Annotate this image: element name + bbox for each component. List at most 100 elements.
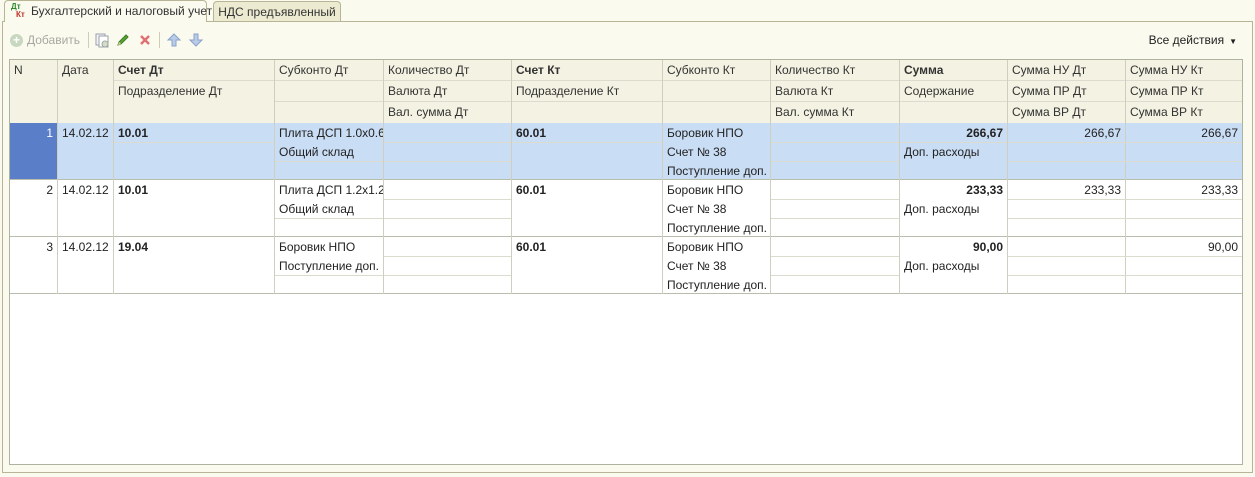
col-divider <box>511 60 512 294</box>
arrow-up-icon[interactable] <box>166 32 182 48</box>
dropdown-arrow-icon: ▼ <box>1229 37 1237 46</box>
cell-divider <box>512 142 662 143</box>
arrow-down-icon[interactable] <box>188 32 204 48</box>
row-subkonto-dt-1: Плита ДСП 1.2х1.2 <box>279 183 383 197</box>
col-subkonto-dt-header[interactable]: Субконто Дт <box>275 60 383 77</box>
row-nu-dt: 266,67 <box>1084 126 1121 140</box>
cell-divider <box>275 161 383 162</box>
cell-divider <box>384 275 511 276</box>
row-soderzhanie: Доп. расходы <box>904 202 980 216</box>
col-subkonto-kt-header[interactable]: Субконто Кт <box>663 60 770 77</box>
cell-divider <box>771 161 899 162</box>
row-date: 14.02.12 <box>62 183 109 197</box>
cell-divider <box>1008 256 1242 257</box>
tab-label: Бухгалтерский и налоговый учет <box>31 4 213 18</box>
cell-divider <box>384 256 511 257</box>
row-schet-kt: 60.01 <box>516 240 547 254</box>
col-nu-kt-header[interactable]: Сумма НУ Кт <box>1126 60 1242 77</box>
toolbar-separator <box>159 32 160 48</box>
col-divider <box>57 60 58 294</box>
row-number: 3 <box>46 240 53 254</box>
col-nu-dt-header[interactable]: Сумма НУ Дт <box>1008 60 1125 77</box>
col-schet-dt-header[interactable]: Счет Дт <box>114 60 274 77</box>
row-subkonto-kt-3: Поступление доп. р <box>667 221 770 235</box>
cell-divider <box>900 142 1007 143</box>
add-button[interactable]: + Добавить <box>10 30 80 50</box>
cell-divider <box>771 275 899 276</box>
col-date-header[interactable]: Дата <box>58 60 113 77</box>
table-row[interactable]: 2 14.02.12 10.01 Плита ДСП 1.2х1.2 Общий… <box>10 180 1242 237</box>
edit-pencil-icon[interactable] <box>115 32 131 48</box>
delete-x-icon[interactable] <box>137 32 153 48</box>
row-nu-kt: 266,67 <box>1201 126 1238 140</box>
row-subkonto-dt-2: Общий склад <box>279 202 354 216</box>
col-divider <box>899 60 900 294</box>
row-summa: 266,67 <box>966 126 1003 140</box>
toolbar-separator <box>88 32 89 48</box>
col-n-header[interactable]: N <box>10 60 57 77</box>
row-subkonto-kt-1: Боровик НПО <box>667 126 744 140</box>
col-schet-kt-header[interactable]: Счет Кт <box>512 60 662 77</box>
col-divider <box>1125 60 1126 294</box>
col-divider <box>770 60 771 294</box>
col-vr-dt-header[interactable]: Сумма ВР Дт <box>1008 102 1125 119</box>
cell-divider <box>1008 161 1242 162</box>
col-valsum-dt-header[interactable]: Вал. сумма Дт <box>384 102 511 119</box>
tab-accounting-tax[interactable]: Дт Кт Бухгалтерский и налоговый учет <box>4 0 212 22</box>
cell-divider <box>114 142 274 143</box>
col-divider <box>383 60 384 294</box>
toolbar: + Добавить Все действия ▼ <box>10 30 1245 50</box>
col-podr-kt-header[interactable]: Подразделение Кт <box>512 81 662 98</box>
cell-divider <box>1008 199 1242 200</box>
col-soderzhanie-header[interactable]: Содержание <box>900 81 1007 98</box>
row-nu-kt: 233,33 <box>1201 183 1238 197</box>
table-row[interactable]: 1 14.02.12 10.01 Плита ДСП 1.0х0.6 Общий… <box>10 123 1242 180</box>
col-summa-header[interactable]: Сумма <box>900 60 1007 77</box>
cell-divider <box>384 161 511 162</box>
cell-divider <box>384 199 511 200</box>
tab-vat-presented[interactable]: НДС предъявленный <box>213 1 341 21</box>
row-subkonto-kt-3: Поступление доп. р <box>667 278 770 292</box>
table-row[interactable]: 3 14.02.12 19.04 Боровик НПО Поступление… <box>10 237 1242 294</box>
cell-divider <box>771 218 899 219</box>
cell-divider <box>1008 142 1242 143</box>
cell-divider <box>384 142 511 143</box>
row-subkonto-dt-1: Боровик НПО <box>279 240 356 254</box>
cell-divider <box>1008 275 1242 276</box>
cell-divider <box>275 275 383 276</box>
row-number: 1 <box>10 123 57 179</box>
row-subkonto-kt-1: Боровик НПО <box>667 183 744 197</box>
row-subkonto-dt-2: Поступление доп. р <box>279 259 383 273</box>
col-valsum-kt-header[interactable]: Вал. сумма Кт <box>771 102 899 119</box>
row-date: 14.02.12 <box>62 126 109 140</box>
col-pr-dt-header[interactable]: Сумма ПР Дт <box>1008 81 1125 98</box>
entries-table[interactable]: N Дата Счет Дт Подразделение Дт Субконто… <box>9 59 1243 465</box>
col-pr-kt-header[interactable]: Сумма ПР Кт <box>1126 81 1242 98</box>
col-valuta-dt-header[interactable]: Валюта Дт <box>384 81 511 98</box>
col-kol-dt-header[interactable]: Количество Дт <box>384 60 511 77</box>
row-schet-dt: 10.01 <box>118 183 149 197</box>
header-divider <box>114 80 1242 81</box>
tab-label: НДС предъявленный <box>218 5 336 19</box>
col-podr-dt-header[interactable]: Подразделение Дт <box>114 81 274 98</box>
header-divider <box>275 101 1242 102</box>
table-header: N Дата Счет Дт Подразделение Дт Субконто… <box>10 60 1242 124</box>
cell-divider <box>384 218 511 219</box>
copy-icon[interactable] <box>94 32 110 48</box>
cell-divider <box>771 142 899 143</box>
all-actions-label: Все действия <box>1148 33 1225 47</box>
col-kol-kt-header[interactable]: Количество Кт <box>771 60 899 77</box>
row-schet-kt: 60.01 <box>516 126 547 140</box>
col-divider <box>113 60 114 294</box>
cell-divider <box>771 199 899 200</box>
col-valuta-kt-header[interactable]: Валюта Кт <box>771 81 899 98</box>
col-vr-kt-header[interactable]: Сумма ВР Кт <box>1126 102 1242 119</box>
row-summa: 233,33 <box>966 183 1003 197</box>
cell-divider <box>275 218 383 219</box>
row-subkonto-kt-3: Поступление доп. р <box>667 164 770 178</box>
row-subkonto-dt-2: Общий склад <box>279 145 354 159</box>
all-actions-menu[interactable]: Все действия ▼ <box>1149 33 1237 47</box>
row-schet-dt: 10.01 <box>118 126 149 140</box>
col-divider <box>1007 60 1008 294</box>
plus-circle-icon: + <box>10 33 23 47</box>
